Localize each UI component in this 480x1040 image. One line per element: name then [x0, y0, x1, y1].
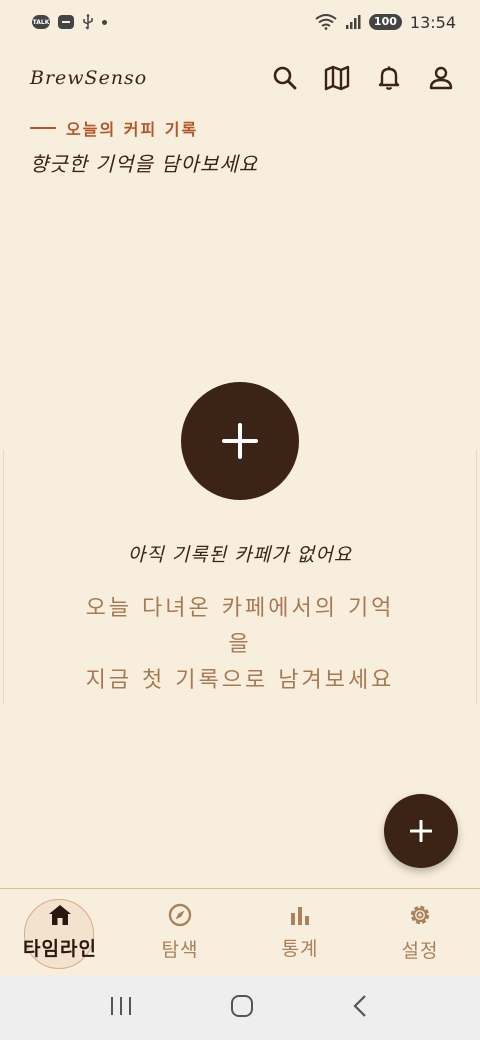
compass-icon	[168, 903, 192, 927]
bell-icon	[378, 66, 400, 90]
home-circle-icon	[230, 995, 253, 1017]
clock: 13:54	[409, 12, 456, 32]
search-button[interactable]	[270, 63, 300, 93]
map-icon	[324, 65, 350, 91]
page-subtitle: 향긋한 기억을 담아보세요	[30, 152, 259, 176]
home-icon	[49, 905, 71, 925]
wifi-icon	[315, 14, 337, 30]
tab-explore[interactable]: 탐색	[120, 889, 240, 976]
empty-state: 아직 기록된 카페가 없어요 오늘 다녀온 카페에서의 기억 을 지금 첫 기록…	[0, 382, 480, 699]
back-icon	[353, 995, 367, 1017]
app-header: BrewSenso	[0, 56, 480, 100]
battery-level: 100	[368, 14, 402, 30]
tab-label: 타임라인	[23, 938, 97, 960]
bar-chart-icon	[291, 907, 309, 925]
user-icon	[429, 66, 453, 90]
notification-icons: TALK	[32, 14, 107, 30]
home-button[interactable]	[230, 994, 254, 1022]
plus-icon	[222, 423, 258, 459]
bottom-navigation: 타임라인 탐색 통계 설정	[0, 888, 480, 976]
usb-icon	[83, 14, 93, 30]
system-navigation-bar	[0, 976, 480, 1040]
tab-label: 통계	[281, 938, 319, 960]
tab-label: 탐색	[161, 939, 199, 961]
empty-desc-line: 오늘 다녀온 카페에서의 기억	[85, 596, 395, 621]
system-status: 100 13:54	[315, 13, 456, 32]
more-notifications-dot	[102, 19, 107, 25]
message-icon	[58, 15, 74, 29]
add-record-fab[interactable]	[384, 794, 458, 868]
tab-settings[interactable]: 설정	[360, 889, 480, 976]
empty-desc-line: 을	[228, 632, 252, 657]
profile-button[interactable]	[426, 63, 456, 93]
header-actions	[270, 63, 456, 93]
eyebrow-text: 오늘의 커피 기록	[66, 120, 199, 139]
empty-state-description: 오늘 다녀온 카페에서의 기억 을 지금 첫 기록으로 남겨보세요	[70, 591, 410, 699]
eyebrow-divider	[30, 127, 56, 129]
recent-apps-button[interactable]	[109, 995, 133, 1021]
back-button[interactable]	[351, 994, 371, 1022]
status-bar: TALK 100 13:54	[0, 0, 480, 44]
signal-icon	[345, 15, 361, 29]
tab-timeline[interactable]: 타임라인	[0, 889, 120, 976]
empty-state-title: 아직 기록된 카페가 없어요	[127, 544, 353, 566]
tab-statistics[interactable]: 통계	[240, 889, 360, 976]
app-brand-logo[interactable]: BrewSenso	[30, 67, 147, 89]
recents-icon	[110, 997, 131, 1015]
gear-icon	[410, 905, 430, 925]
kakaotalk-icon: TALK	[32, 15, 50, 29]
section-eyebrow: 오늘의 커피 기록	[30, 116, 198, 140]
notifications-button[interactable]	[374, 63, 404, 93]
search-icon	[273, 66, 297, 90]
map-button[interactable]	[322, 63, 352, 93]
add-first-record-button[interactable]	[181, 382, 299, 500]
empty-desc-line: 지금 첫 기록으로 남겨보세요	[85, 668, 395, 693]
plus-icon	[410, 820, 432, 842]
tab-label: 설정	[401, 940, 439, 962]
